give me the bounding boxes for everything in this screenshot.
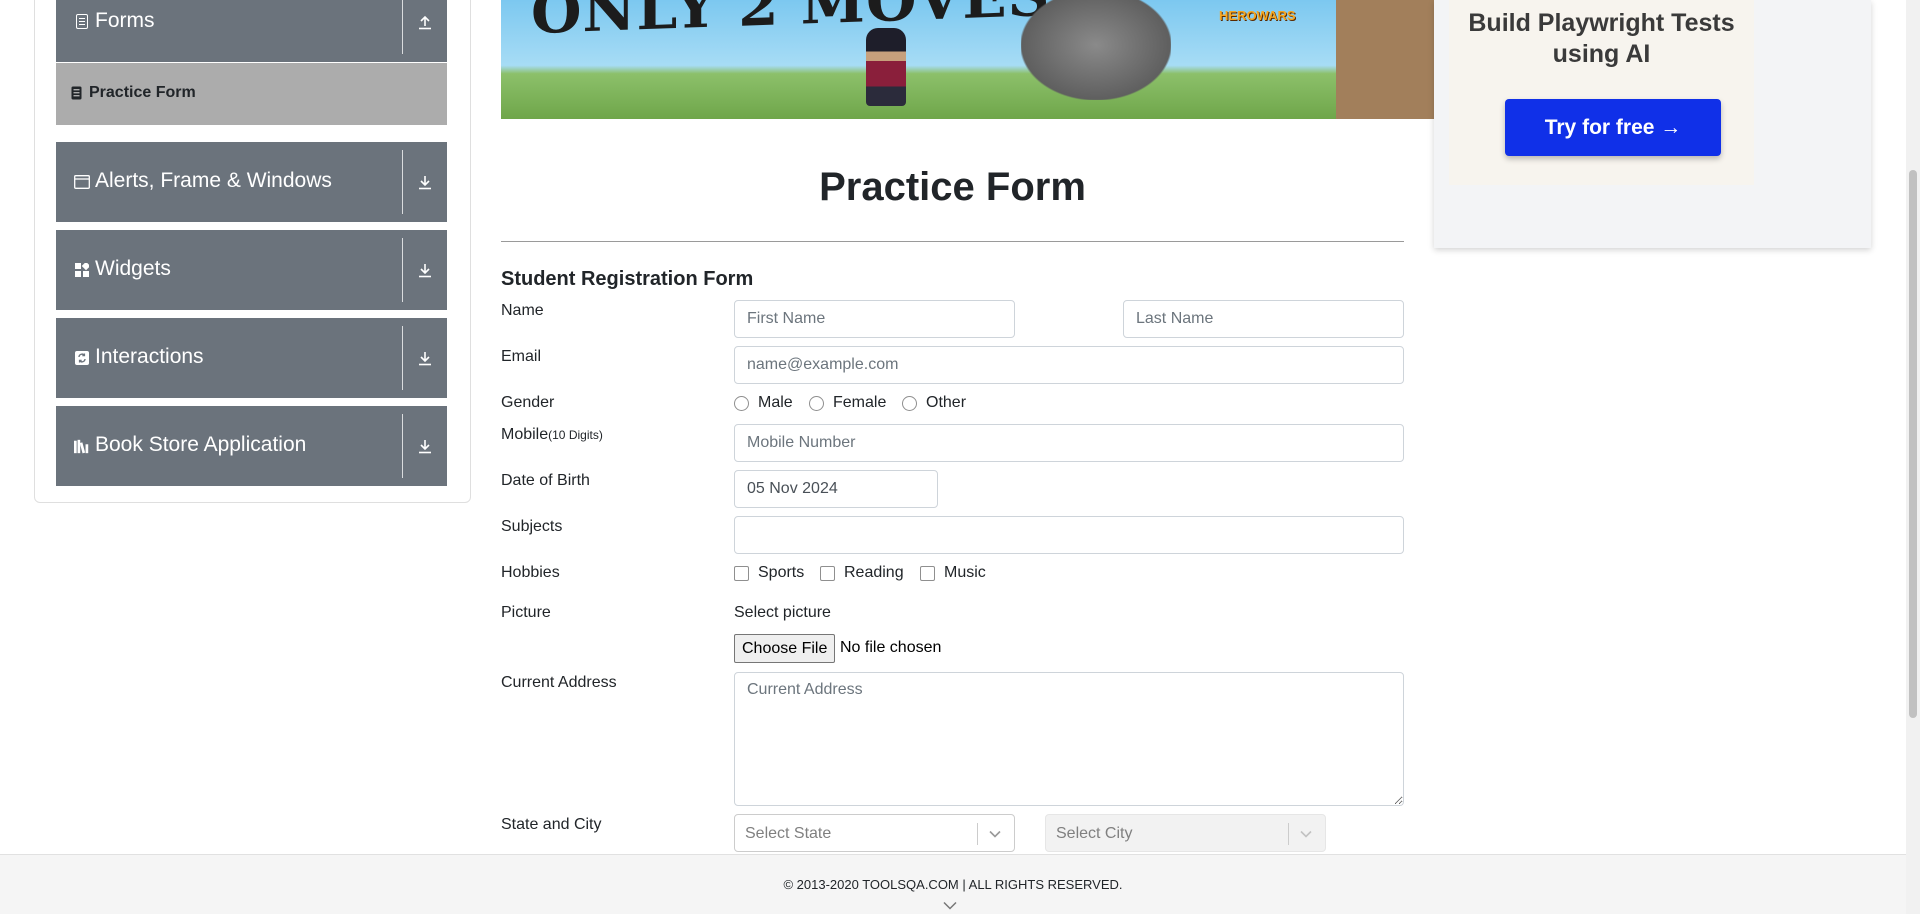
email-input[interactable]: [734, 346, 1404, 384]
state-select-placeholder: Select State: [745, 825, 832, 842]
sidebar-group-book-store[interactable]: Book Store Application: [56, 406, 447, 486]
sidebar-divider: [402, 238, 403, 302]
mobile-label-text: Mobile: [501, 426, 549, 443]
choose-file-button[interactable]: Choose File: [734, 634, 836, 663]
sidebar-item-practice-form[interactable]: Practice Form: [56, 63, 447, 125]
state-select[interactable]: Select State: [734, 814, 1015, 852]
last-name-input[interactable]: [1123, 300, 1404, 338]
form-heading: Student Registration Form: [501, 268, 754, 290]
books-icon: [74, 438, 90, 454]
expand-down-icon[interactable]: [412, 433, 438, 459]
chevron-down-icon[interactable]: [1297, 825, 1315, 843]
chevron-down-icon[interactable]: [943, 897, 957, 914]
interactions-icon: [74, 350, 90, 366]
sidebar-group-label: Forms: [95, 9, 155, 32]
city-select[interactable]: Select City: [1045, 814, 1326, 852]
sidebar-divider: [402, 0, 403, 54]
banner-wood-sign: [1336, 0, 1434, 119]
page-title: Practice Form: [819, 165, 1086, 209]
collapse-up-icon[interactable]: [412, 9, 438, 35]
banner-rock-art: [1021, 0, 1171, 100]
banner-hero-art: [866, 28, 906, 106]
side-ad-panel: Build Playwright Tests using AI Try for …: [1434, 0, 1871, 248]
radio-label: Male: [758, 394, 793, 411]
try-for-free-button[interactable]: Try for free →: [1505, 99, 1721, 156]
email-label: Email: [501, 348, 542, 365]
ad-title: Build Playwright Tests using AI: [1468, 9, 1735, 68]
checkbox-label: Sports: [758, 564, 805, 581]
footer-copyright: © 2013-2020 TOOLSQA.COM | ALL RIGHTS RES…: [783, 877, 1123, 892]
banner-logo: HEROWARS: [1219, 8, 1296, 23]
checkbox-box[interactable]: [734, 565, 749, 581]
state-city-label: State and City: [501, 816, 602, 833]
subjects-label: Subjects: [501, 518, 563, 535]
scrollbar-thumb[interactable]: [1909, 170, 1917, 718]
gender-radio-male[interactable]: Male: [734, 394, 793, 412]
mobile-input[interactable]: [734, 424, 1404, 462]
radio-circle[interactable]: [809, 395, 824, 411]
current-address-label: Current Address: [501, 674, 617, 691]
sidebar-divider: [402, 326, 403, 390]
title-divider: [501, 241, 1404, 242]
mobile-label: Mobile(10 Digits): [501, 426, 603, 444]
select-separator: [1288, 823, 1289, 845]
page-footer: © 2013-2020 TOOLSQA.COM | ALL RIGHTS RES…: [0, 854, 1906, 914]
side-ad-card: Build Playwright Tests using AI Try for …: [1449, 0, 1754, 185]
sidebar-group-widgets[interactable]: Widgets: [56, 230, 447, 310]
hobby-checkbox-music[interactable]: Music: [920, 564, 986, 582]
gender-radio-other[interactable]: Other: [902, 394, 966, 412]
hobby-checkbox-sports[interactable]: Sports: [734, 564, 804, 582]
hobbies-label: Hobbies: [501, 564, 560, 581]
radio-label: Other: [926, 394, 967, 411]
sidebar-divider: [402, 414, 403, 478]
chevron-down-icon[interactable]: [986, 825, 1004, 843]
select-separator: [977, 823, 978, 845]
sidebar-group-alerts[interactable]: Alerts, Frame & Windows: [56, 142, 447, 222]
sidebar-item-label: Practice Form: [89, 84, 196, 101]
sidebar-group-label: Widgets: [95, 257, 171, 280]
radio-circle[interactable]: [734, 395, 749, 411]
city-select-placeholder: Select City: [1056, 825, 1133, 842]
vertical-scrollbar[interactable]: [1906, 0, 1920, 914]
window-icon: [74, 174, 90, 190]
radio-circle[interactable]: [902, 395, 917, 411]
name-label: Name: [501, 302, 544, 319]
expand-down-icon[interactable]: [412, 345, 438, 371]
sidebar-group-label: Interactions: [95, 345, 204, 368]
sidebar-group-forms[interactable]: Forms: [56, 0, 447, 62]
expand-down-icon[interactable]: [412, 169, 438, 195]
checkbox-label: Reading: [844, 564, 904, 581]
mobile-hint: (10 Digits): [548, 428, 603, 442]
expand-down-icon[interactable]: [412, 257, 438, 283]
checkbox-label: Music: [944, 564, 986, 581]
banner-headline: ONLY 2 MOVES: [531, 0, 1051, 48]
sidebar-divider: [402, 150, 403, 214]
dob-label: Date of Birth: [501, 472, 590, 489]
subjects-input[interactable]: [734, 516, 1404, 554]
first-name-input[interactable]: [734, 300, 1015, 338]
file-status-text: No file chosen: [840, 639, 942, 656]
document-icon: [71, 86, 85, 102]
gender-radio-female[interactable]: Female: [809, 394, 886, 412]
current-address-textarea[interactable]: [734, 672, 1404, 806]
checkbox-box[interactable]: [920, 565, 935, 581]
select-picture-label: Select picture: [734, 604, 831, 621]
sidebar-group-label: Book Store Application: [95, 433, 307, 456]
picture-label: Picture: [501, 604, 551, 621]
banner-ad[interactable]: ONLY 2 MOVES HEROWARS: [501, 0, 1434, 119]
dob-input[interactable]: [734, 470, 938, 508]
radio-label: Female: [833, 394, 887, 411]
form-icon: [74, 13, 90, 29]
hobby-checkbox-reading[interactable]: Reading: [820, 564, 904, 582]
checkbox-box[interactable]: [820, 565, 835, 581]
sidebar-group-interactions[interactable]: Interactions: [56, 318, 447, 398]
sidebar-group-label: Alerts, Frame & Windows: [95, 169, 332, 192]
widgets-icon: [74, 262, 90, 278]
gender-label: Gender: [501, 394, 555, 411]
